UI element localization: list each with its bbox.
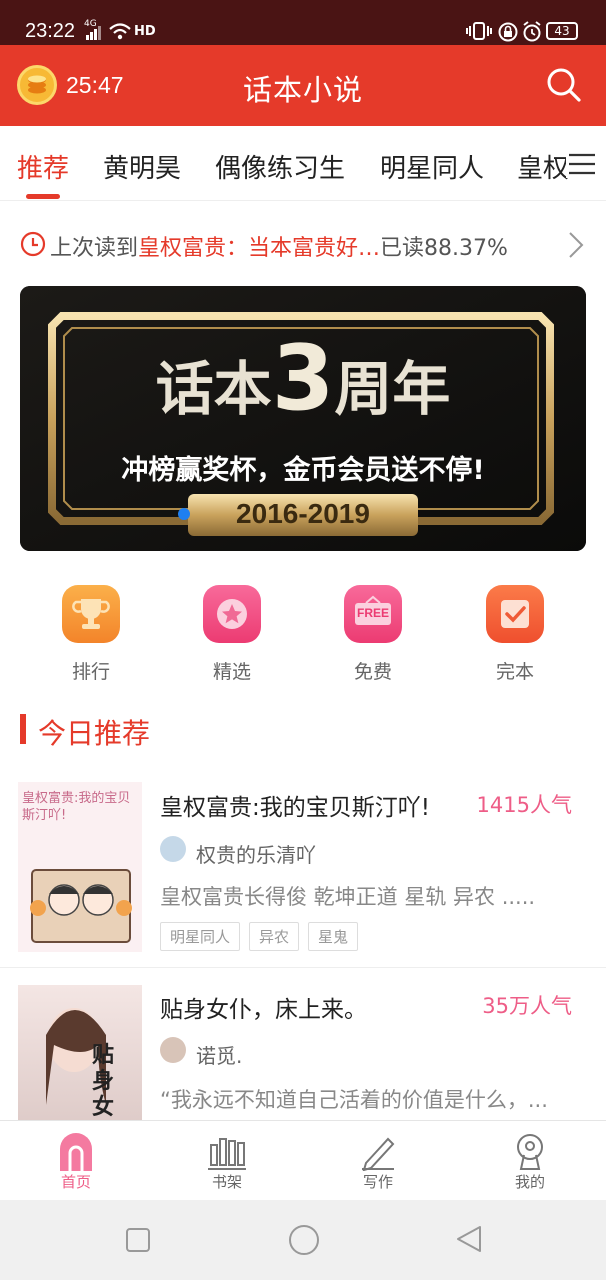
author-avatar xyxy=(160,836,186,862)
bottom-nav: 首页 书架 写作 我的 xyxy=(0,1120,606,1200)
quick-link-completed[interactable]: 完本 xyxy=(465,585,565,684)
banner-subtitle: 冲榜赢奖杯，金币会员送不停! xyxy=(121,455,485,486)
hd-icon: HD xyxy=(134,24,156,39)
cover-illustration xyxy=(30,869,132,943)
battery-level: 43 xyxy=(554,24,570,38)
book-cover: 贴身女仆 xyxy=(18,985,142,1120)
home-icon xyxy=(56,1131,96,1171)
book-cover: 皇权富贵:我的宝贝斯汀吖! xyxy=(18,782,142,952)
chevron-right-icon xyxy=(569,232,584,258)
app-title: 话本小说 xyxy=(242,73,363,107)
back-icon[interactable] xyxy=(455,1224,483,1254)
quick-link-label: 精选 xyxy=(212,661,251,683)
banner-years: 2016-2019 xyxy=(236,498,370,529)
alarm-icon xyxy=(523,21,541,42)
book-card[interactable]: 皇权富贵:我的宝贝斯汀吖! 皇权富贵:我的宝贝斯汀吖! 1415人气 权贵的乐清… xyxy=(0,770,606,968)
section-accent-bar xyxy=(20,714,26,744)
home-button-icon[interactable] xyxy=(288,1224,320,1256)
banner-title: 话本3周年 xyxy=(20,326,586,431)
book-card[interactable]: 贴身女仆 贴身女仆，床上来。 35万人气 诺觅. “我永远不知道自己活着的价值是… xyxy=(0,968,606,1120)
free-badge-text: FREE xyxy=(356,606,389,620)
tab-imperial[interactable]: 皇权 xyxy=(517,148,569,185)
pencil-icon xyxy=(358,1131,398,1172)
author-avatar xyxy=(160,1037,186,1063)
recent-apps-icon[interactable] xyxy=(126,1228,150,1252)
tab-huang-minghao[interactable]: 黄明昊 xyxy=(103,148,181,185)
quick-link-label: 免费 xyxy=(353,661,392,683)
quick-link-label: 完本 xyxy=(495,661,534,683)
nav-label: 首页 xyxy=(60,1173,91,1191)
bookshelf-icon xyxy=(207,1131,247,1171)
book-tag[interactable]: 星鬼 xyxy=(308,922,359,951)
last-read-progress: 已读88.37% xyxy=(380,236,508,261)
last-read-text: 上次读到皇权富贵：当本富贵好…已读88.37% xyxy=(50,230,508,262)
free-tag-icon: FREE xyxy=(344,585,402,643)
nav-label: 书架 xyxy=(211,1173,242,1191)
status-time: 23:22 xyxy=(25,20,76,42)
book-description: 皇权富贵长得俊 乾坤正道 星轨 异农 ..... xyxy=(160,885,536,909)
tab-celebrity-fanfic[interactable]: 明星同人 xyxy=(380,148,484,185)
section-title: 今日推荐 xyxy=(38,717,151,750)
cover-illustration xyxy=(46,1008,106,1105)
nav-bookshelf[interactable]: 书架 xyxy=(187,1131,267,1192)
carousel-dot-active[interactable] xyxy=(178,508,190,520)
cover-text: 贴身女仆 xyxy=(92,1043,115,1120)
book-tag[interactable]: 明星同人 xyxy=(160,922,241,951)
quick-link-label: 排行 xyxy=(71,661,110,683)
banner-title-num: 3 xyxy=(271,326,335,431)
clock-icon xyxy=(20,231,46,257)
book-tags: 明星同人 异农 星鬼 xyxy=(160,922,359,951)
tab-idol-trainee[interactable]: 偶像练习生 xyxy=(215,148,345,185)
nav-home[interactable]: 首页 xyxy=(36,1131,116,1192)
book-tag[interactable]: 异农 xyxy=(249,922,300,951)
last-read-prefix: 上次读到 xyxy=(50,236,139,261)
star-icon xyxy=(203,585,261,643)
nav-label: 我的 xyxy=(514,1173,545,1191)
trophy-icon xyxy=(62,585,120,643)
quick-link-featured[interactable]: 精选 xyxy=(182,585,282,684)
search-icon[interactable] xyxy=(546,67,582,103)
app-bar: 25:47 话本小说 xyxy=(0,45,606,126)
nav-mine[interactable]: 我的 xyxy=(490,1131,570,1192)
tab-recommend[interactable]: 推荐 xyxy=(17,148,69,185)
book-author: 诺觅. xyxy=(196,1044,243,1068)
profile-icon xyxy=(510,1131,550,1171)
book-title: 贴身女仆，床上来。 xyxy=(160,997,367,1023)
vibrate-icon xyxy=(466,22,492,40)
book-description: “我永远不知道自己活着的价值是什么，... xyxy=(160,1088,548,1112)
nav-write[interactable]: 写作 xyxy=(338,1131,418,1192)
promo-banner[interactable]: 话本3周年 冲榜赢奖杯，金币会员送不停! 2016-2019 xyxy=(20,286,586,551)
nav-label: 写作 xyxy=(362,1173,393,1191)
lock-icon xyxy=(498,22,518,42)
signal-icon xyxy=(86,26,101,40)
tab-menu-icon[interactable] xyxy=(566,150,596,178)
last-read-book: 皇权富贵：当本富贵好… xyxy=(138,236,381,261)
book-popularity: 35万人气 xyxy=(482,994,572,1018)
battery-icon: 43 xyxy=(546,22,578,40)
quick-link-free[interactable]: FREE 免费 xyxy=(323,585,423,684)
active-tab-indicator xyxy=(26,194,60,199)
wifi-icon xyxy=(109,23,131,40)
status-bar: 23:22 4G HD 43 xyxy=(0,0,606,45)
quick-link-ranking[interactable]: 排行 xyxy=(41,585,141,684)
book-title: 皇权富贵:我的宝贝斯汀吖! xyxy=(160,795,430,821)
banner-title-right: 周年 xyxy=(334,355,451,423)
banner-title-left: 话本 xyxy=(155,355,272,423)
book-popularity: 1415人气 xyxy=(476,793,572,817)
book-author: 权贵的乐清吖 xyxy=(196,843,316,867)
last-read-bar[interactable]: 上次读到皇权富贵：当本富贵好…已读88.37% xyxy=(0,218,606,272)
category-tabs: 推荐 黄明昊 偶像练习生 明星同人 皇权 xyxy=(0,126,606,201)
check-icon xyxy=(486,585,544,643)
system-nav-bar xyxy=(0,1200,606,1280)
